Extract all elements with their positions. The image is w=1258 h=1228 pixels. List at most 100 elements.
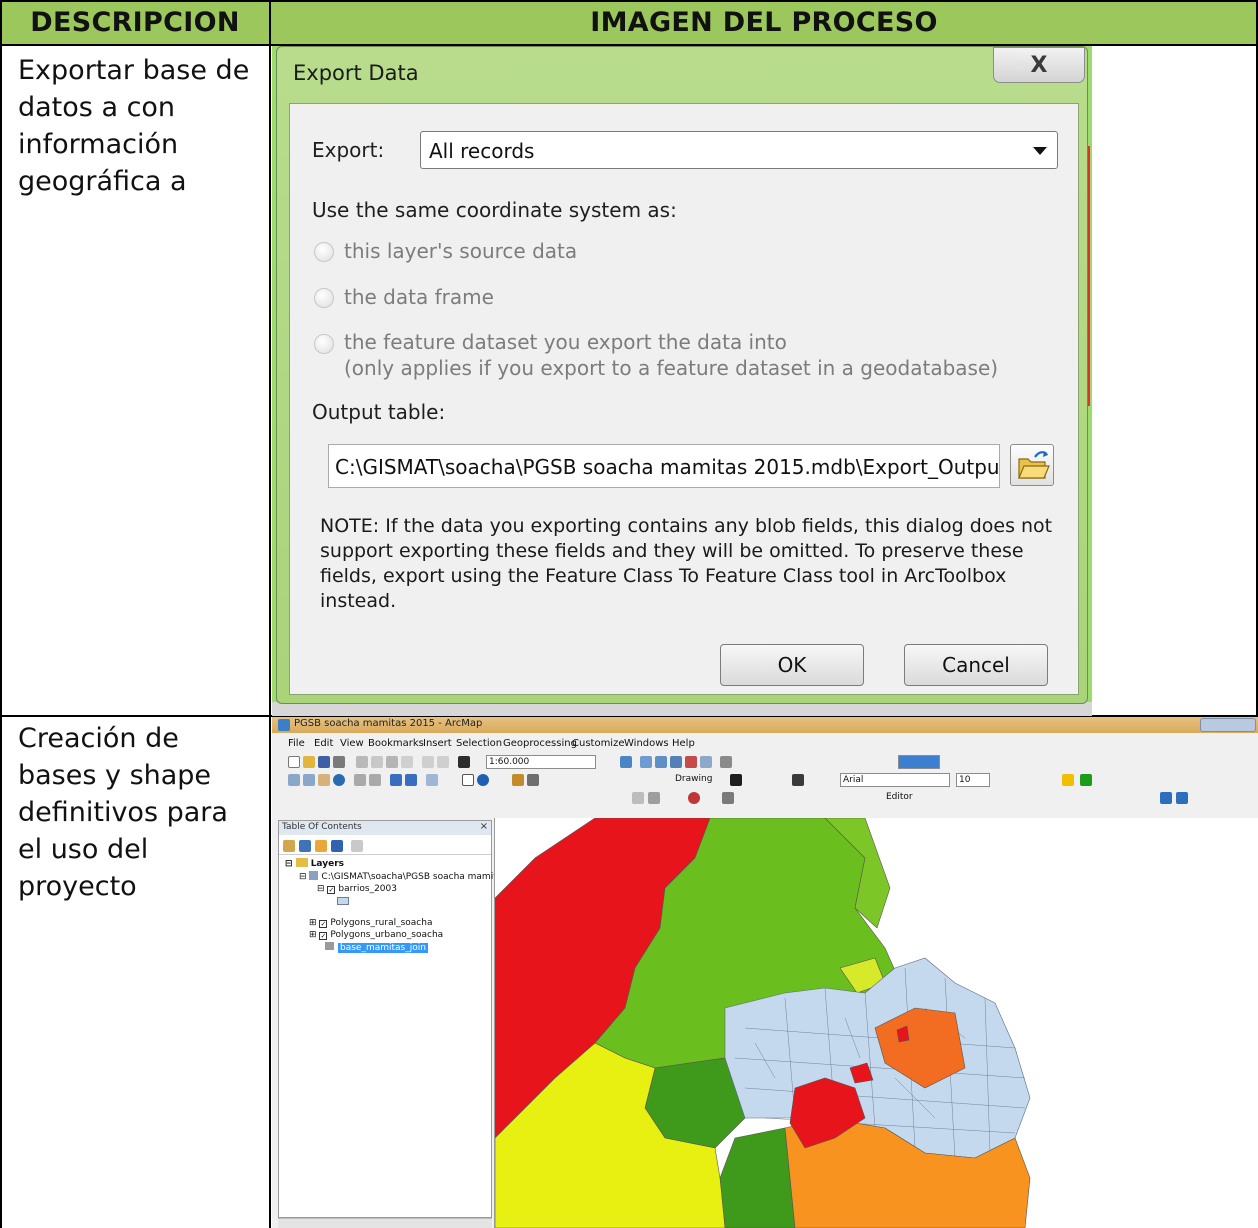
open-folder-icon xyxy=(1018,451,1050,479)
ok-button[interactable]: OK xyxy=(720,644,864,686)
drawing-menu[interactable]: Drawing xyxy=(675,774,712,784)
table-of-contents-icon[interactable] xyxy=(640,756,652,768)
line-color-icon[interactable] xyxy=(1080,774,1092,786)
identify-icon[interactable] xyxy=(477,774,489,786)
browse-button[interactable] xyxy=(1010,444,1054,486)
toc-tabs xyxy=(279,837,491,855)
full-extent-icon[interactable] xyxy=(333,774,345,786)
row2-line: proyecto xyxy=(18,871,137,902)
symbol-swatch xyxy=(337,897,349,905)
sketch-properties-icon[interactable] xyxy=(1176,792,1188,804)
menu-windows[interactable]: Windows xyxy=(624,738,669,749)
zoom-in-icon[interactable] xyxy=(288,774,300,786)
forward-icon[interactable] xyxy=(405,774,417,786)
menu-edit[interactable]: Edit xyxy=(314,738,333,749)
export-dialog-screenshot: Export Data X Export: All records Use th… xyxy=(272,46,1092,716)
cut-icon[interactable] xyxy=(356,756,368,768)
close-button[interactable]: X xyxy=(993,47,1085,83)
text-color-icon[interactable] xyxy=(792,774,804,786)
fixed-zoom-out-icon[interactable] xyxy=(369,774,381,786)
fixed-zoom-in-icon[interactable] xyxy=(354,774,366,786)
menu-file[interactable]: File xyxy=(288,738,305,749)
menu-geoprocessing[interactable]: Geoprocessing xyxy=(503,738,577,749)
window-controls[interactable] xyxy=(1200,718,1256,732)
select-pointer-icon[interactable] xyxy=(730,774,742,786)
checkbox-icon[interactable]: ✓ xyxy=(319,932,328,940)
model-builder-icon[interactable] xyxy=(720,756,732,768)
map-scale-field[interactable]: 1:60.000 xyxy=(486,755,596,769)
editor-toolbar-icon[interactable] xyxy=(620,756,632,768)
toc-horizontal-scrollbar[interactable] xyxy=(278,1218,492,1228)
font-size-field[interactable]: 10 xyxy=(956,773,990,787)
database-icon xyxy=(309,871,319,880)
toc-urbano[interactable]: ⊞ ✓ Polygons_urbano_soacha xyxy=(309,930,443,940)
toc-source[interactable]: ⊟ C:\GISMAT\soacha\PGSB soacha mamitas xyxy=(299,871,507,882)
new-icon[interactable] xyxy=(288,756,300,768)
options-icon[interactable] xyxy=(351,840,363,852)
catalog-icon[interactable] xyxy=(655,756,667,768)
zoom-percent-field[interactable] xyxy=(898,755,940,769)
toc-rural[interactable]: ⊞ ✓ Polygons_rural_soacha xyxy=(309,918,432,928)
select-features-icon[interactable] xyxy=(426,774,438,786)
radio-feature-dataset-note: (only applies if you export to a feature… xyxy=(344,356,999,380)
row1-line: datos a con xyxy=(18,92,176,123)
menu-help[interactable]: Help xyxy=(672,738,695,749)
background-toolbar-band xyxy=(272,702,1092,716)
attributes-icon[interactable] xyxy=(1160,792,1172,804)
topology-icon[interactable] xyxy=(722,792,734,804)
save-icon[interactable] xyxy=(318,756,330,768)
close-icon[interactable]: × xyxy=(480,821,488,832)
menu-insert[interactable]: Insert xyxy=(423,738,452,749)
export-label: Export: xyxy=(312,138,385,162)
export-select[interactable]: All records xyxy=(420,131,1058,169)
menu-customize[interactable]: Customize xyxy=(572,738,625,749)
output-table-input[interactable]: C:\GISMAT\soacha\PGSB soacha mamitas 201… xyxy=(328,444,1000,488)
menu-selection[interactable]: Selection xyxy=(456,738,502,749)
radio-source-data[interactable] xyxy=(314,242,334,262)
row1-line: Exportar base de xyxy=(18,55,250,86)
editor-menu[interactable]: Editor xyxy=(886,792,913,802)
snap-icon[interactable] xyxy=(648,792,660,804)
copy-icon[interactable] xyxy=(371,756,383,768)
list-by-drawing-order-icon[interactable] xyxy=(283,840,295,852)
print-icon[interactable] xyxy=(333,756,345,768)
toc-layers[interactable]: ⊟ Layers xyxy=(285,858,344,869)
radio-data-frame[interactable] xyxy=(314,288,334,308)
record-icon[interactable] xyxy=(688,792,700,804)
undo-icon[interactable] xyxy=(422,756,434,768)
select-elements-icon[interactable] xyxy=(462,774,474,786)
fill-color-icon[interactable] xyxy=(1062,774,1074,786)
row1-line: geográfica a xyxy=(18,166,187,197)
menu-view[interactable]: View xyxy=(340,738,364,749)
list-by-source-icon[interactable] xyxy=(299,840,311,852)
cancel-button[interactable]: Cancel xyxy=(904,644,1048,686)
checkbox-icon[interactable]: ✓ xyxy=(319,920,328,928)
add-data-icon[interactable] xyxy=(458,756,470,768)
binoculars-icon[interactable] xyxy=(527,774,539,786)
menu-bookmarks[interactable]: Bookmarks xyxy=(368,738,424,749)
toc-join[interactable]: base_mamitas_join xyxy=(325,942,428,953)
delete-icon[interactable] xyxy=(401,756,413,768)
row1-description: Exportar base de datos a con información… xyxy=(18,52,268,200)
list-by-selection-icon[interactable] xyxy=(331,840,343,852)
search-window-icon[interactable] xyxy=(670,756,682,768)
checkbox-icon[interactable]: ✓ xyxy=(327,886,336,894)
map-view[interactable] xyxy=(494,817,1258,1228)
find-icon[interactable] xyxy=(512,774,524,786)
toc-source-label: C:\GISMAT\soacha\PGSB soacha mamitas xyxy=(321,872,507,882)
table-border-top xyxy=(0,0,1258,2)
paste-icon[interactable] xyxy=(386,756,398,768)
pan-icon[interactable] xyxy=(318,774,330,786)
georef-icon[interactable] xyxy=(632,792,644,804)
python-icon[interactable] xyxy=(700,756,712,768)
list-by-visibility-icon[interactable] xyxy=(315,840,327,852)
open-icon[interactable] xyxy=(303,756,315,768)
zoom-out-icon[interactable] xyxy=(303,774,315,786)
row2-description: Creación de bases y shape definitivos pa… xyxy=(18,720,268,905)
redo-icon[interactable] xyxy=(437,756,449,768)
arctoolbox-icon[interactable] xyxy=(685,756,697,768)
toc-barrios[interactable]: ⊟ ✓ barrios_2003 xyxy=(317,884,397,894)
radio-feature-dataset[interactable] xyxy=(314,334,334,354)
font-name-field[interactable]: Arial xyxy=(840,773,950,787)
back-icon[interactable] xyxy=(390,774,402,786)
